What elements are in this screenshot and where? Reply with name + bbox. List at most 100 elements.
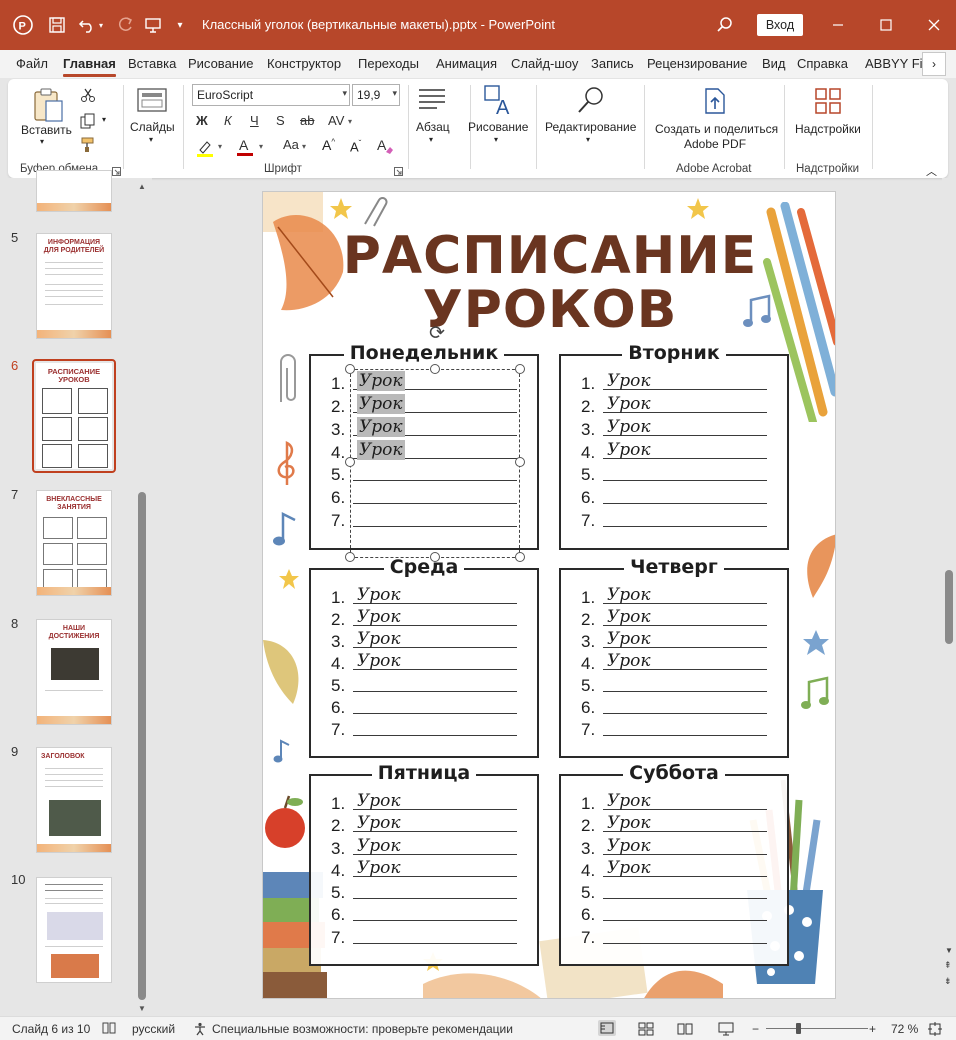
lesson-name[interactable]: Урок <box>357 836 401 856</box>
present-icon[interactable] <box>140 12 166 38</box>
resize-handle[interactable] <box>515 457 525 467</box>
paragraph-button[interactable]: Абзац <box>416 120 450 134</box>
lesson-row[interactable]: 4. Урок <box>581 650 767 674</box>
underline-button[interactable]: Ч <box>250 113 259 128</box>
slide-thumbnail[interactable]: ВНЕКЛАССНЫЕ ЗАНЯТИЯ <box>36 490 112 596</box>
thumbnails-scroll-thumb[interactable] <box>138 492 146 1000</box>
day-box-wednesday[interactable]: Среда 1. Урок 2. Урок 3. Урок 4. Урок 5. 6. 7. <box>309 556 539 758</box>
maximize-icon[interactable] <box>872 11 900 39</box>
day-box-saturday[interactable]: Суббота 1. Урок 2. Урок 3. Урок 4. Урок 5. 6. 7. <box>559 762 789 966</box>
lesson-row[interactable]: 3. Урок <box>331 628 517 652</box>
lesson-row[interactable]: 2. Урок <box>331 812 517 836</box>
lesson-name[interactable]: Урок <box>607 607 651 627</box>
slide-thumbnail[interactable]: НАШИ ДОСТИЖЕНИЯ <box>36 619 112 725</box>
clear-formatting-icon[interactable]: A <box>376 137 394 158</box>
create-pdf-line2[interactable]: Adobe PDF <box>684 137 746 151</box>
slides-button[interactable]: Слайды <box>130 120 175 134</box>
thumbnails-scrollbar[interactable]: ▲ ▼ <box>136 182 148 1016</box>
lesson-row[interactable]: 2. Урок <box>331 606 517 630</box>
editor-scrollbar[interactable]: ▼ ⇞ ⇟ <box>942 178 956 1016</box>
font-name-combobox[interactable]: EuroScript ▾ <box>192 84 350 106</box>
lesson-name[interactable]: Урок <box>357 791 401 811</box>
lesson-row[interactable]: 5. <box>581 461 767 485</box>
change-case-button[interactable]: Aa <box>283 137 299 152</box>
lesson-row[interactable]: 7. <box>331 924 517 948</box>
lesson-row[interactable]: 7. <box>581 924 767 948</box>
lesson-row[interactable]: 1. Урок <box>331 790 517 814</box>
day-box-friday[interactable]: Пятница 1. Урок 2. Урок 3. Урок 4. Урок 5. 6. 7. <box>309 762 539 966</box>
scroll-down-icon[interactable]: ▼ <box>945 946 953 955</box>
zoom-level[interactable]: 72 % <box>891 1022 918 1036</box>
lesson-row[interactable]: 1. Урок <box>581 370 767 394</box>
resize-handle[interactable] <box>345 552 355 562</box>
next-slide-icon[interactable]: ⇟ <box>944 976 952 987</box>
lesson-name[interactable]: Урок <box>607 813 651 833</box>
lesson-name[interactable]: Урок <box>357 585 401 605</box>
previous-slide-icon[interactable]: ⇞ <box>944 960 952 971</box>
lesson-name[interactable]: Урок <box>607 417 651 437</box>
editor-scroll-thumb[interactable] <box>945 570 953 644</box>
language-indicator[interactable]: русский <box>132 1022 175 1036</box>
decrease-font-icon[interactable]: Aˇ <box>350 139 361 154</box>
paste-dropdown-icon[interactable]: ▾ <box>40 137 44 146</box>
tab-home[interactable]: Главная <box>63 56 116 77</box>
zoom-slider[interactable] <box>766 1028 868 1029</box>
lesson-row[interactable]: 6. <box>331 901 517 925</box>
paste-button[interactable]: Вставить <box>21 123 72 137</box>
lesson-row[interactable]: 4. Урок <box>581 439 767 463</box>
create-pdf-line1[interactable]: Создать и поделиться <box>655 122 778 136</box>
lesson-row[interactable]: 7. <box>581 716 767 740</box>
lesson-row[interactable]: 4. Урок <box>331 650 517 674</box>
lesson-name[interactable]: Урок <box>607 394 651 414</box>
lesson-row[interactable]: 2. Урок <box>581 606 767 630</box>
tab-help[interactable]: Справка <box>797 56 848 71</box>
lesson-row[interactable]: 5. <box>581 879 767 903</box>
format-painter-icon[interactable] <box>80 137 96 156</box>
close-icon[interactable] <box>920 11 948 39</box>
collapse-ribbon-icon[interactable]: ︿ <box>926 163 937 179</box>
lesson-row[interactable]: 2. Урок <box>581 812 767 836</box>
slide-sorter-icon[interactable] <box>638 1022 654 1039</box>
accessibility-status[interactable]: Специальные возможности: проверьте реком… <box>212 1022 513 1036</box>
strikethrough-button[interactable]: ab <box>300 113 314 128</box>
lesson-row[interactable]: 5. <box>331 672 517 696</box>
slide-thumbnail[interactable]: ИНФОРМАЦИЯ ДЛЯ РОДИТЕЛЕЙ <box>36 233 112 339</box>
lesson-name[interactable]: Урок <box>607 629 651 649</box>
text-selection-frame[interactable] <box>350 369 520 558</box>
reading-view-icon[interactable] <box>677 1022 693 1039</box>
lesson-name[interactable]: Урок <box>607 440 651 460</box>
resize-handle[interactable] <box>430 552 440 562</box>
lesson-name[interactable]: Урок <box>357 607 401 627</box>
search-icon[interactable] <box>712 12 738 38</box>
accessibility-icon[interactable] <box>193 1022 207 1039</box>
shapes-icon[interactable]: A <box>482 83 516 120</box>
new-slide-icon[interactable] <box>137 87 167 118</box>
resize-handle[interactable] <box>515 364 525 374</box>
paste-icon[interactable] <box>32 87 64 123</box>
copy-dropdown-icon[interactable]: ▾ <box>102 115 106 124</box>
lesson-row[interactable]: 6. <box>331 694 517 718</box>
editing-button[interactable]: Редактирование <box>545 120 636 134</box>
spell-check-icon[interactable] <box>102 1022 116 1037</box>
day-box-thursday[interactable]: Четверг 1. Урок 2. Урок 3. Урок 4. Урок 5. 6. 7. <box>559 556 789 758</box>
slide-thumbnail[interactable] <box>36 877 112 983</box>
minimize-icon[interactable] <box>824 11 852 39</box>
lesson-name[interactable]: Урок <box>607 651 651 671</box>
font-launcher-icon[interactable] <box>394 165 403 179</box>
lesson-row[interactable]: 2. Урок <box>581 393 767 417</box>
tab-file[interactable]: Файл <box>16 56 48 71</box>
lesson-row[interactable]: 5. <box>331 879 517 903</box>
resize-handle[interactable] <box>430 364 440 374</box>
paragraph-icon[interactable] <box>417 87 447 116</box>
tab-slideshow[interactable]: Слайд-шоу <box>511 56 578 71</box>
addins-icon[interactable] <box>814 87 842 118</box>
lesson-name[interactable]: Урок <box>607 791 651 811</box>
adobe-pdf-share-icon[interactable] <box>702 87 728 118</box>
slide-title-line1[interactable]: РАСПИСАНИЕ <box>263 228 835 284</box>
lesson-row[interactable]: 4. Урок <box>331 857 517 881</box>
tab-transitions[interactable]: Переходы <box>358 56 419 71</box>
customize-toolbar-icon[interactable]: ▾ <box>170 12 190 38</box>
tab-design[interactable]: Конструктор <box>267 56 341 71</box>
lesson-row[interactable]: 7. <box>331 716 517 740</box>
lesson-row[interactable]: 7. <box>581 507 767 531</box>
